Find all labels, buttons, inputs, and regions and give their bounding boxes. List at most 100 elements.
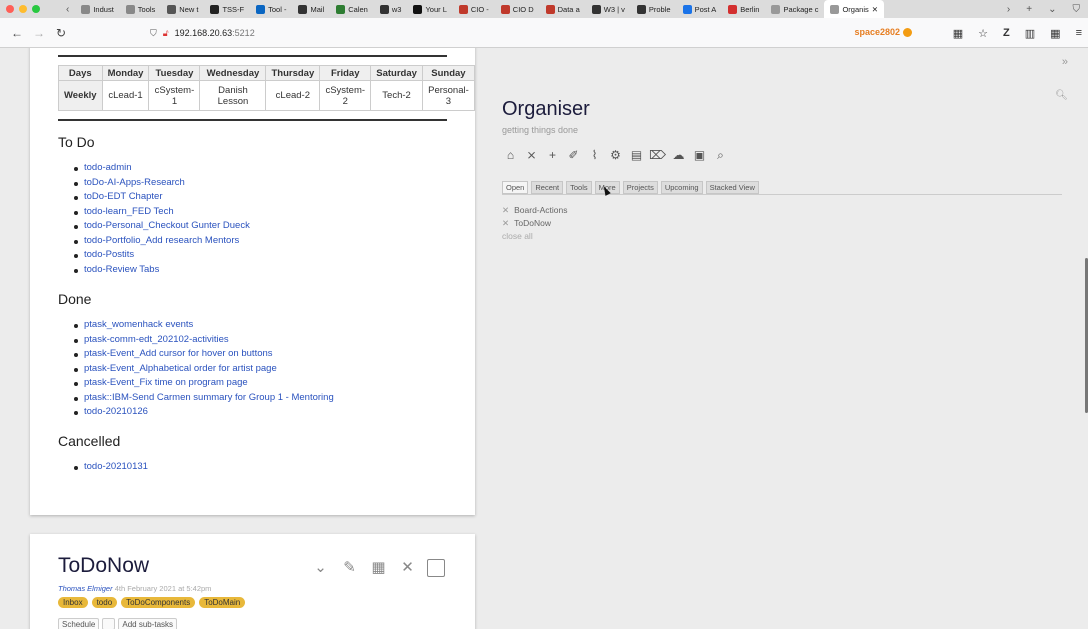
close-icon[interactable]: ✕ bbox=[398, 558, 417, 577]
notes-icon[interactable]: ▤ bbox=[628, 147, 645, 164]
tag-icon[interactable]: ⌦ bbox=[649, 147, 666, 164]
barcode-icon[interactable]: ▥ bbox=[1025, 27, 1035, 40]
new-journal-icon[interactable]: ✐ bbox=[565, 147, 582, 164]
sidebar-tab[interactable]: Projects bbox=[622, 181, 658, 194]
sidebar-tab[interactable]: Open bbox=[502, 181, 529, 194]
tiddler-link[interactable]: ptask-Event_Fix time on program page bbox=[84, 377, 248, 388]
lock-icon[interactable]: 🔓︎ bbox=[163, 28, 169, 39]
browser-tab[interactable]: Tool - bbox=[250, 0, 292, 18]
tag-pill[interactable]: todo bbox=[91, 597, 118, 608]
browser-tab[interactable]: New t bbox=[161, 0, 204, 18]
tag-pill[interactable]: Inbox bbox=[58, 597, 88, 608]
cloud-icon[interactable]: ☁ bbox=[670, 147, 687, 164]
browser-tab[interactable]: Indust bbox=[75, 0, 119, 18]
forward-icon[interactable]: → bbox=[28, 26, 50, 40]
browser-tab[interactable]: Berlin bbox=[722, 0, 765, 18]
browser-tab[interactable]: Your L bbox=[407, 0, 452, 18]
sidebar-tab[interactable]: Tools bbox=[566, 181, 592, 194]
tiddler-link[interactable]: ptask-Event_Alphabetical order for artis… bbox=[84, 363, 277, 374]
bookmark-star-icon[interactable]: ☆ bbox=[978, 27, 988, 40]
collapse-sidebar-icon[interactable]: » bbox=[1062, 56, 1068, 68]
grid-icon[interactable]: ▦ bbox=[953, 27, 963, 40]
tiddler-link[interactable]: todo-Postits bbox=[84, 249, 134, 260]
tab-scroll-right-icon[interactable]: › bbox=[1007, 4, 1010, 15]
tiddler-link[interactable]: todo-20210131 bbox=[84, 461, 148, 472]
tiddler-link[interactable]: todo-20210126 bbox=[84, 406, 148, 417]
tiddler-link[interactable]: ptask_womenhack events bbox=[84, 319, 193, 330]
close-all-link[interactable]: close all bbox=[502, 230, 568, 243]
browser-tab[interactable]: Organis ✕ bbox=[824, 0, 885, 18]
tiddler-link[interactable]: toDo-EDT Chapter bbox=[84, 191, 163, 202]
tiddler-link[interactable]: todo-Portfolio_Add research Mentors bbox=[84, 235, 239, 246]
browser-tab[interactable]: TSS-F bbox=[204, 0, 250, 18]
close-item-icon[interactable]: ✕ bbox=[502, 204, 509, 217]
browser-tab[interactable]: w3 bbox=[374, 0, 408, 18]
schedule-cell: cLead-2 bbox=[265, 80, 321, 111]
url-port: :5212 bbox=[232, 28, 255, 38]
browser-tab[interactable]: Mail bbox=[292, 0, 330, 18]
new-tiddler-icon[interactable]: + bbox=[544, 147, 561, 164]
browser-tab[interactable]: CIO D bbox=[495, 0, 540, 18]
url-bar[interactable]: ⛉ 🔓︎ 192.168.20.63:5212 bbox=[150, 22, 922, 44]
close-item-icon[interactable]: ✕ bbox=[502, 217, 509, 230]
tag-pill[interactable]: ToDoComponents bbox=[121, 597, 196, 608]
sidebar-tab[interactable]: Stacked View bbox=[705, 181, 759, 194]
subtask-button[interactable] bbox=[102, 618, 116, 629]
close-window-button[interactable] bbox=[6, 5, 14, 13]
tiddler-link[interactable]: ptask-Event_Add cursor for hover on butt… bbox=[84, 348, 273, 359]
close-all-icon[interactable]: ⨯ bbox=[523, 147, 540, 164]
new-tab-icon[interactable]: + bbox=[1026, 4, 1032, 15]
subtask-button[interactable]: Schedule bbox=[58, 618, 100, 629]
browser-tab[interactable]: Proble bbox=[631, 0, 677, 18]
page-shield-icon[interactable]: ⛉ bbox=[150, 28, 157, 39]
tab-favicon-icon bbox=[413, 4, 423, 14]
home-icon[interactable]: ⌂ bbox=[502, 147, 519, 164]
sidebar-tab[interactable]: Recent bbox=[531, 181, 564, 194]
calendar-icon[interactable]: ▣ bbox=[691, 147, 708, 164]
chevron-down-icon[interactable]: ⌄ bbox=[311, 558, 330, 577]
subtask-button[interactable]: Add sub-tasks bbox=[118, 618, 178, 629]
tiddler-link[interactable]: ptask-comm-edt_202102-activities bbox=[84, 334, 229, 345]
tab-list-icon[interactable]: ⌄ bbox=[1048, 4, 1056, 15]
open-item[interactable]: ✕ Board-Actions bbox=[502, 204, 568, 217]
list-item: ptask-Event_Add cursor for hover on butt… bbox=[74, 347, 334, 362]
list-item: toDo-AI-Apps-Research bbox=[74, 176, 250, 191]
browser-tab[interactable]: W3 | v bbox=[586, 0, 631, 18]
sidebar-tab[interactable]: Upcoming bbox=[660, 181, 703, 194]
tiddler-link[interactable]: toDo-AI-Apps-Research bbox=[84, 177, 185, 188]
tiddler-link[interactable]: todo-Review Tabs bbox=[84, 264, 159, 275]
settings-icon[interactable]: ⚙ bbox=[607, 147, 624, 164]
sidebar-search-icon[interactable]: 🔍︎ bbox=[1055, 90, 1068, 101]
tiddler-link[interactable]: todo-Personal_Checkout Gunter Dueck bbox=[84, 220, 250, 231]
open-item[interactable]: ✕ ToDoNow bbox=[502, 217, 568, 230]
maximize-window-button[interactable] bbox=[32, 5, 40, 13]
tab-scroll-left-icon[interactable]: ‹ bbox=[66, 4, 69, 15]
author-link[interactable]: Thomas Elmiger bbox=[58, 584, 113, 593]
tiddler-link[interactable]: todo-learn_FED Tech bbox=[84, 206, 174, 217]
extensions-icon[interactable]: ▦ bbox=[1050, 27, 1060, 40]
tiddler-link[interactable]: ptask::IBM-Send Carmen summary for Group… bbox=[84, 392, 334, 403]
qr-code-icon[interactable]: ▦ bbox=[369, 558, 388, 577]
menu-icon[interactable]: ≡ bbox=[1076, 27, 1082, 40]
edit-icon[interactable]: ✎ bbox=[340, 558, 359, 577]
reload-icon[interactable]: ↻ bbox=[50, 26, 72, 40]
cancelled-heading: Cancelled bbox=[58, 433, 121, 449]
browser-tab[interactable]: Post A bbox=[677, 0, 723, 18]
space-badge[interactable]: space2802 bbox=[854, 27, 912, 37]
attachment-icon[interactable]: ⌇ bbox=[586, 147, 603, 164]
browser-tab[interactable]: Calen bbox=[330, 0, 374, 18]
checkbox-icon[interactable] bbox=[427, 558, 445, 577]
browser-tab[interactable]: Data a bbox=[540, 0, 586, 18]
search-icon[interactable]: ⌕ bbox=[712, 147, 729, 164]
tab-favicon-icon bbox=[500, 4, 510, 14]
tag-pill[interactable]: ToDoMain bbox=[199, 597, 246, 608]
back-icon[interactable]: ← bbox=[6, 26, 28, 40]
minimize-window-button[interactable] bbox=[19, 5, 27, 13]
browser-tab[interactable]: CIO - bbox=[453, 0, 495, 18]
zotero-icon[interactable]: Z bbox=[1003, 27, 1010, 40]
browser-tab[interactable]: Tools bbox=[120, 0, 162, 18]
browser-tab[interactable]: Package c bbox=[765, 0, 824, 18]
close-tab-icon[interactable]: ✕ bbox=[872, 5, 878, 14]
shield-icon[interactable]: ⛉ bbox=[1073, 4, 1081, 15]
tiddler-link[interactable]: todo-admin bbox=[84, 162, 132, 173]
